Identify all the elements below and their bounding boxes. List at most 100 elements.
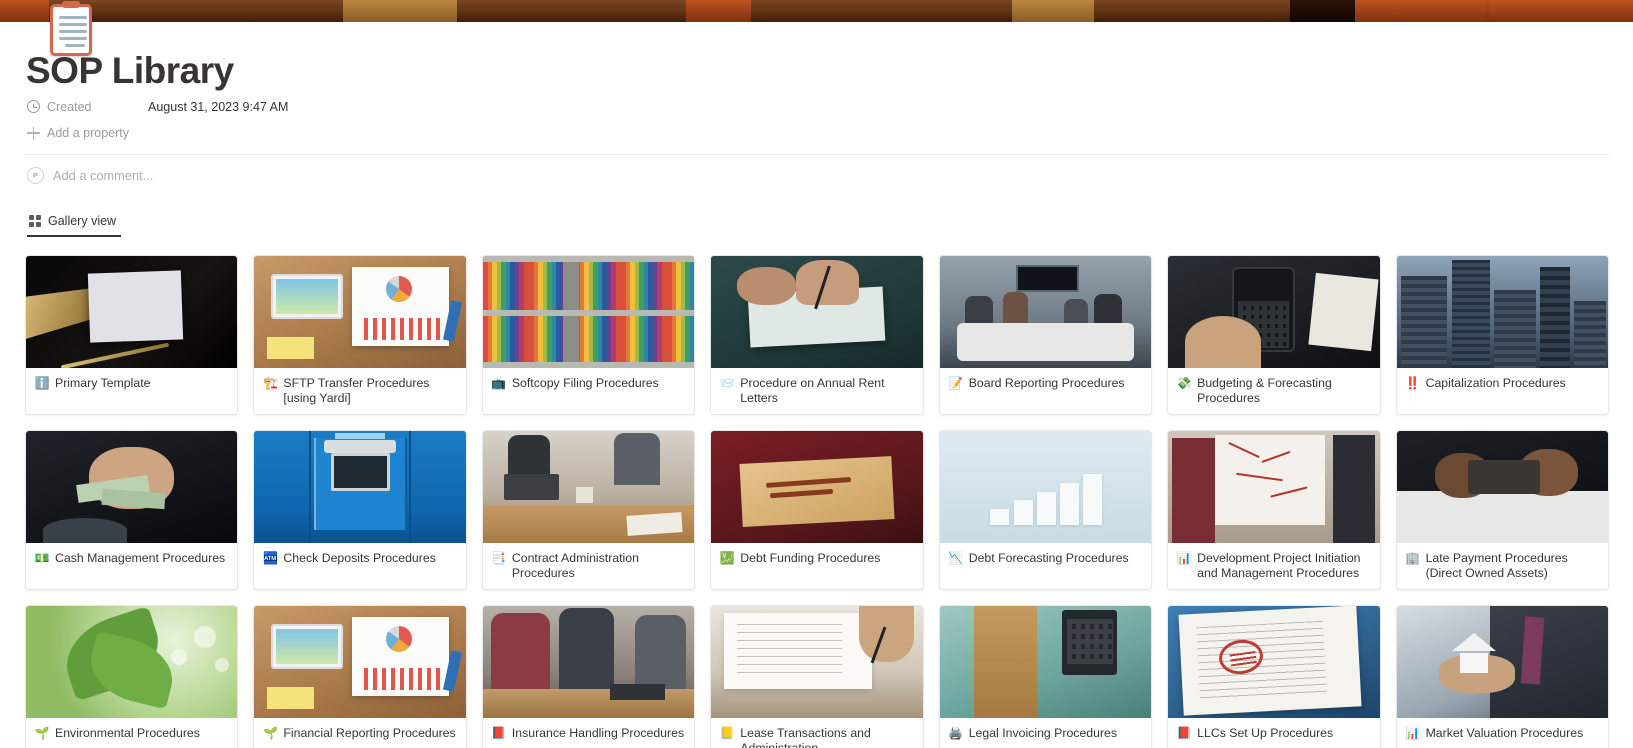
card-label: 💵 Cash Management Procedures [26,543,237,576]
card-cover-image [1396,256,1608,368]
gallery-card[interactable]: ℹ️ Primary Template [25,255,239,415]
comment-composer[interactable]: P Add a comment... [24,155,1609,195]
card-title: Primary Template [55,376,151,390]
database-view-tabs: Gallery view [24,203,1609,237]
card-cover-image [26,256,238,368]
gallery-card[interactable]: 📉 Debt Forecasting Procedures [938,430,1153,590]
gallery-card[interactable]: 📕 LLCs Set Up Procedures [1167,605,1381,748]
card-label: 💹 Debt Funding Procedures [711,543,922,576]
card-title: SFTP Transfer Procedures [using Yardi] [283,376,430,405]
card-title: LLCs Set Up Procedures [1197,726,1334,740]
bar-chart-icon: 📊 [1405,726,1421,740]
information-icon: ℹ️ [34,376,50,390]
card-cover-image [1168,431,1380,543]
gallery-card[interactable]: 🌱 Financial Reporting Procedures [253,605,467,748]
gallery-card[interactable]: 🏢 Late Payment Procedures (Direct Owned A… [1395,430,1609,590]
card-title: Market Valuation Procedures [1425,726,1584,740]
card-cover-image [1396,606,1608,718]
add-property-button[interactable]: Add a property [24,126,1609,140]
card-label: 🏧 Check Deposits Procedures [254,543,465,576]
card-title: Check Deposits Procedures [283,551,436,565]
gallery-card[interactable]: 📨 Procedure on Annual Rent Letters [710,255,924,415]
card-title: Legal Invoicing Procedures [968,726,1118,740]
gallery-card[interactable]: 💵 Cash Management Procedures [25,430,239,590]
memo-icon: 📝 [948,376,964,390]
card-title: Development Project Initiation and Manag… [1197,551,1361,580]
property-name-created[interactable]: Created [24,100,148,114]
card-label: 📨 Procedure on Annual Rent Letters [711,368,922,414]
card-cover-image [26,431,238,543]
seedling-icon: 🌱 [34,726,50,740]
card-title: Environmental Procedures [55,726,200,740]
office-building-icon: 🏢 [1405,551,1421,565]
gallery-card[interactable]: 📊 Development Project Initiation and Mana… [1167,430,1381,590]
page-cover-image [0,0,1633,22]
red-book-icon: 📕 [1176,726,1192,740]
chart-with-yen-icon: 💹 [719,551,735,565]
gallery-card[interactable]: 📝 Board Reporting Procedures [938,255,1153,415]
double-exclamation-icon: ‼️ [1405,376,1421,390]
card-label: 📝 Board Reporting Procedures [940,368,1151,401]
gallery-card[interactable]: 🌱 Environmental Procedures [25,605,239,748]
card-cover-image [711,431,923,543]
gallery-grid-icon [29,215,41,227]
card-label: 📕 Insurance Handling Procedures [483,718,694,748]
card-title: Debt Funding Procedures [740,551,881,565]
gallery-card[interactable]: 📑 Contract Administration Procedures [481,430,696,590]
card-title: Procedure on Annual Rent Letters [740,376,885,405]
gallery-card[interactable]: 📺 Softcopy Filing Procedures [481,255,696,415]
gallery-card[interactable]: 📊 Market Valuation Procedures [1395,605,1609,748]
card-cover-image [711,256,923,368]
page-title: SOP Library [26,50,234,91]
card-title: Financial Reporting Procedures [283,726,456,740]
card-label: 🏗️ SFTP Transfer Procedures [using Yardi] [254,368,465,414]
gallery-card[interactable]: 📕 Insurance Handling Procedures [481,605,696,748]
gallery-card[interactable]: 💹 Debt Funding Procedures [710,430,924,590]
card-cover-image [254,256,466,368]
card-cover-image [939,431,1152,543]
closed-book-icon: 📕 [491,726,507,740]
card-cover-image [939,256,1152,368]
card-cover-image [1396,431,1608,543]
bar-chart-icon: 📊 [1176,551,1192,565]
plus-icon [27,126,40,140]
document-icon: 📑 [491,551,507,565]
chart-decreasing-icon: 📉 [948,551,964,565]
seedling-icon: 🌱 [262,726,278,740]
gallery-card[interactable]: 🏗️ SFTP Transfer Procedures [using Yardi] [253,255,467,415]
card-label: ‼️ Capitalization Procedures [1397,368,1608,401]
gallery-card[interactable]: 🖨️ Legal Invoicing Procedures [938,605,1153,748]
printer-icon: 🖨️ [948,726,964,740]
card-title: Capitalization Procedures [1425,376,1566,390]
card-label: 🌱 Environmental Procedures [26,718,237,748]
gallery-card[interactable]: ‼️ Capitalization Procedures [1395,255,1609,415]
atm-icon: 🏧 [262,551,278,565]
card-label: 📕 LLCs Set Up Procedures [1168,718,1379,748]
banknote-icon: 💵 [34,551,50,565]
gallery-card[interactable]: 📒 Lease Transactions and Administration [710,605,924,748]
gallery-card[interactable]: 💸 Budgeting & Forecasting Procedures [1167,255,1381,415]
transfer-icon: 🏗️ [262,376,278,390]
add-property-label: Add a property [47,126,129,140]
card-cover-image [482,256,695,368]
gallery-grid: ℹ️ Primary Template 🏗️ SFTP Transfer Proced… [24,255,1609,748]
card-label: ℹ️ Primary Template [26,368,237,401]
clock-icon [27,100,40,113]
card-label: 🖨️ Legal Invoicing Procedures [940,718,1151,748]
card-cover-image [482,606,695,718]
card-label: 🌱 Financial Reporting Procedures [254,718,465,748]
card-label: 💸 Budgeting & Forecasting Procedures [1168,368,1379,414]
tab-gallery-view[interactable]: Gallery view [27,214,122,237]
card-label: 📺 Softcopy Filing Procedures [483,368,694,401]
page-icon[interactable] [50,1,104,66]
card-cover-image [254,431,466,543]
card-cover-image [482,431,695,543]
comment-input[interactable]: Add a comment... [53,168,153,183]
gallery-card[interactable]: 🏧 Check Deposits Procedures [253,430,467,590]
property-row-created[interactable]: Created August 31, 2023 9:47 AM [24,93,1609,120]
card-title: Contract Administration Procedures [511,551,639,580]
card-title: Late Payment Procedures (Direct Owned As… [1425,551,1568,580]
card-cover-image [26,606,238,718]
property-value-created[interactable]: August 31, 2023 9:47 AM [148,100,288,114]
card-label: 📊 Market Valuation Procedures [1397,718,1608,748]
